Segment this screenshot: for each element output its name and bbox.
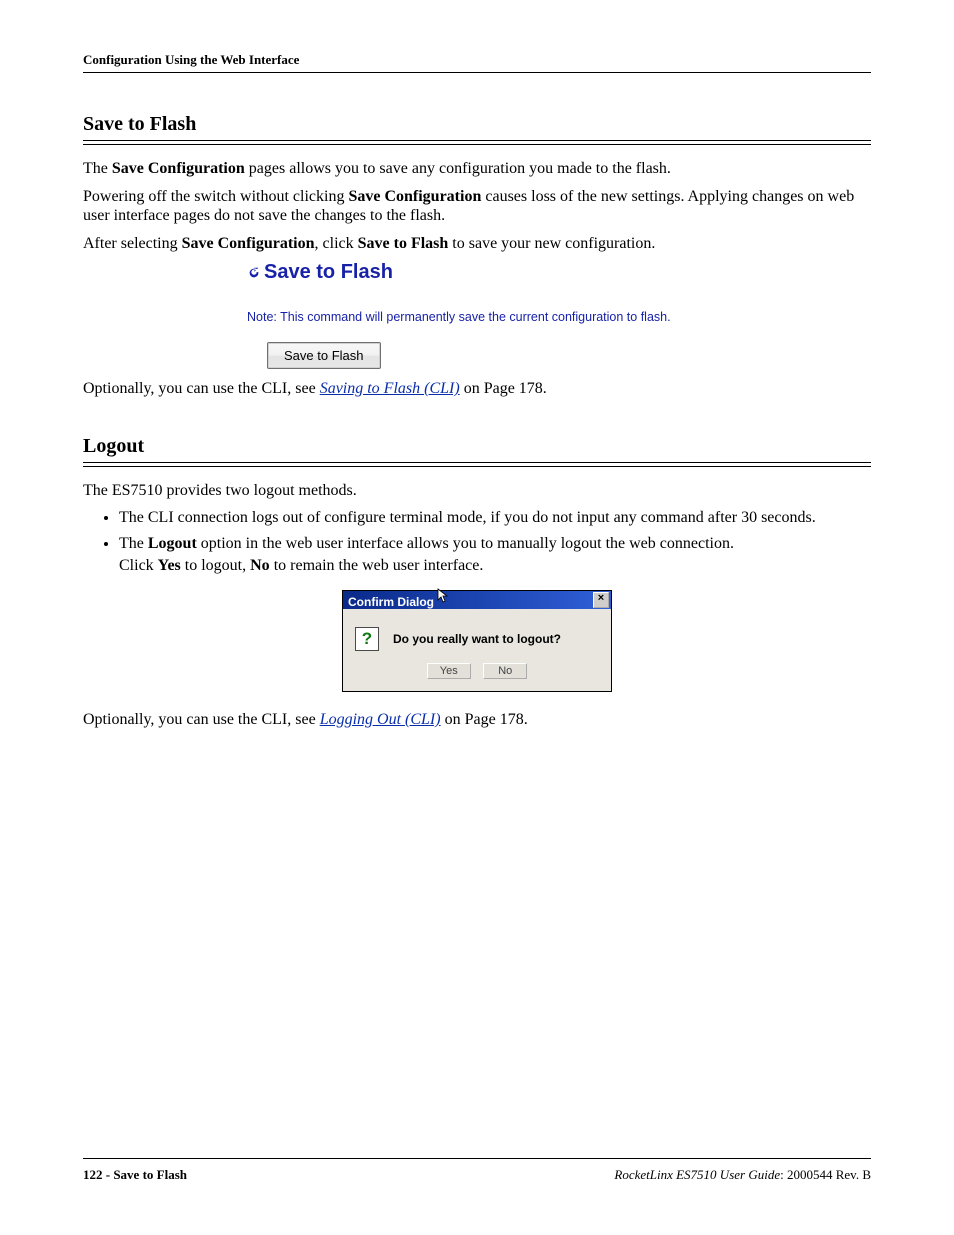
para-logout-intro: The ES7510 provides two logout methods. [83,481,871,501]
refresh-icon [247,266,261,280]
cursor-icon [437,588,451,609]
logout-bullet-2-line2: Click Yes to logout, No to remain the we… [119,556,871,576]
yes-button[interactable]: Yes [427,663,471,679]
save-to-flash-panel: Save to Flash Note: This command will pe… [247,261,707,369]
para-cli-save: Optionally, you can use the CLI, see Sav… [83,379,871,399]
section-save-to-flash-heading: Save to Flash [83,113,871,136]
link-logging-out-cli[interactable]: Logging Out (CLI) [320,711,441,728]
para-save-config-intro: The Save Configuration pages allows you … [83,159,871,179]
panel-title: Save to Flash [264,261,393,284]
no-button[interactable]: No [483,663,527,679]
page-header-text: Configuration Using the Web Interface [83,52,299,67]
logout-bullet-2: The Logout option in the web user interf… [119,534,871,576]
section-logout-heading: Logout [83,435,871,458]
panel-note: Note: This command will permanently save… [247,310,707,324]
section-rule-2 [83,462,871,467]
panel-title-row: Save to Flash [247,261,707,284]
dialog-title-text: Confirm Dialog [348,590,451,611]
confirm-dialog: Confirm Dialog × ? Do you really want to… [342,590,612,692]
confirm-dialog-wrap: Confirm Dialog × ? Do you really want to… [342,590,612,692]
logout-bullet-1: The CLI connection logs out of configure… [119,508,871,528]
para-cli-logout: Optionally, you can use the CLI, see Log… [83,710,871,730]
dialog-buttons: Yes No [343,661,611,691]
dialog-message: Do you really want to logout? [393,632,561,646]
dialog-body: ? Do you really want to logout? [343,609,611,661]
dialog-titlebar: Confirm Dialog × [343,591,611,609]
logout-bullet-list: The CLI connection logs out of configure… [99,508,871,576]
question-icon: ? [355,627,379,651]
close-icon[interactable]: × [593,592,609,608]
para-poweroff-warning: Powering off the switch without clicking… [83,187,871,226]
page-header: Configuration Using the Web Interface [83,52,871,73]
page-footer: 122 - Save to Flash RocketLinx ES7510 Us… [83,1158,871,1183]
section-rule [83,140,871,145]
save-to-flash-button[interactable]: Save to Flash [267,342,381,369]
footer-left: 122 - Save to Flash [83,1167,187,1183]
link-saving-to-flash-cli[interactable]: Saving to Flash (CLI) [320,380,460,397]
para-save-instruction: After selecting Save Configuration, clic… [83,234,871,254]
footer-right: RocketLinx ES7510 User Guide: 2000544 Re… [614,1167,871,1183]
